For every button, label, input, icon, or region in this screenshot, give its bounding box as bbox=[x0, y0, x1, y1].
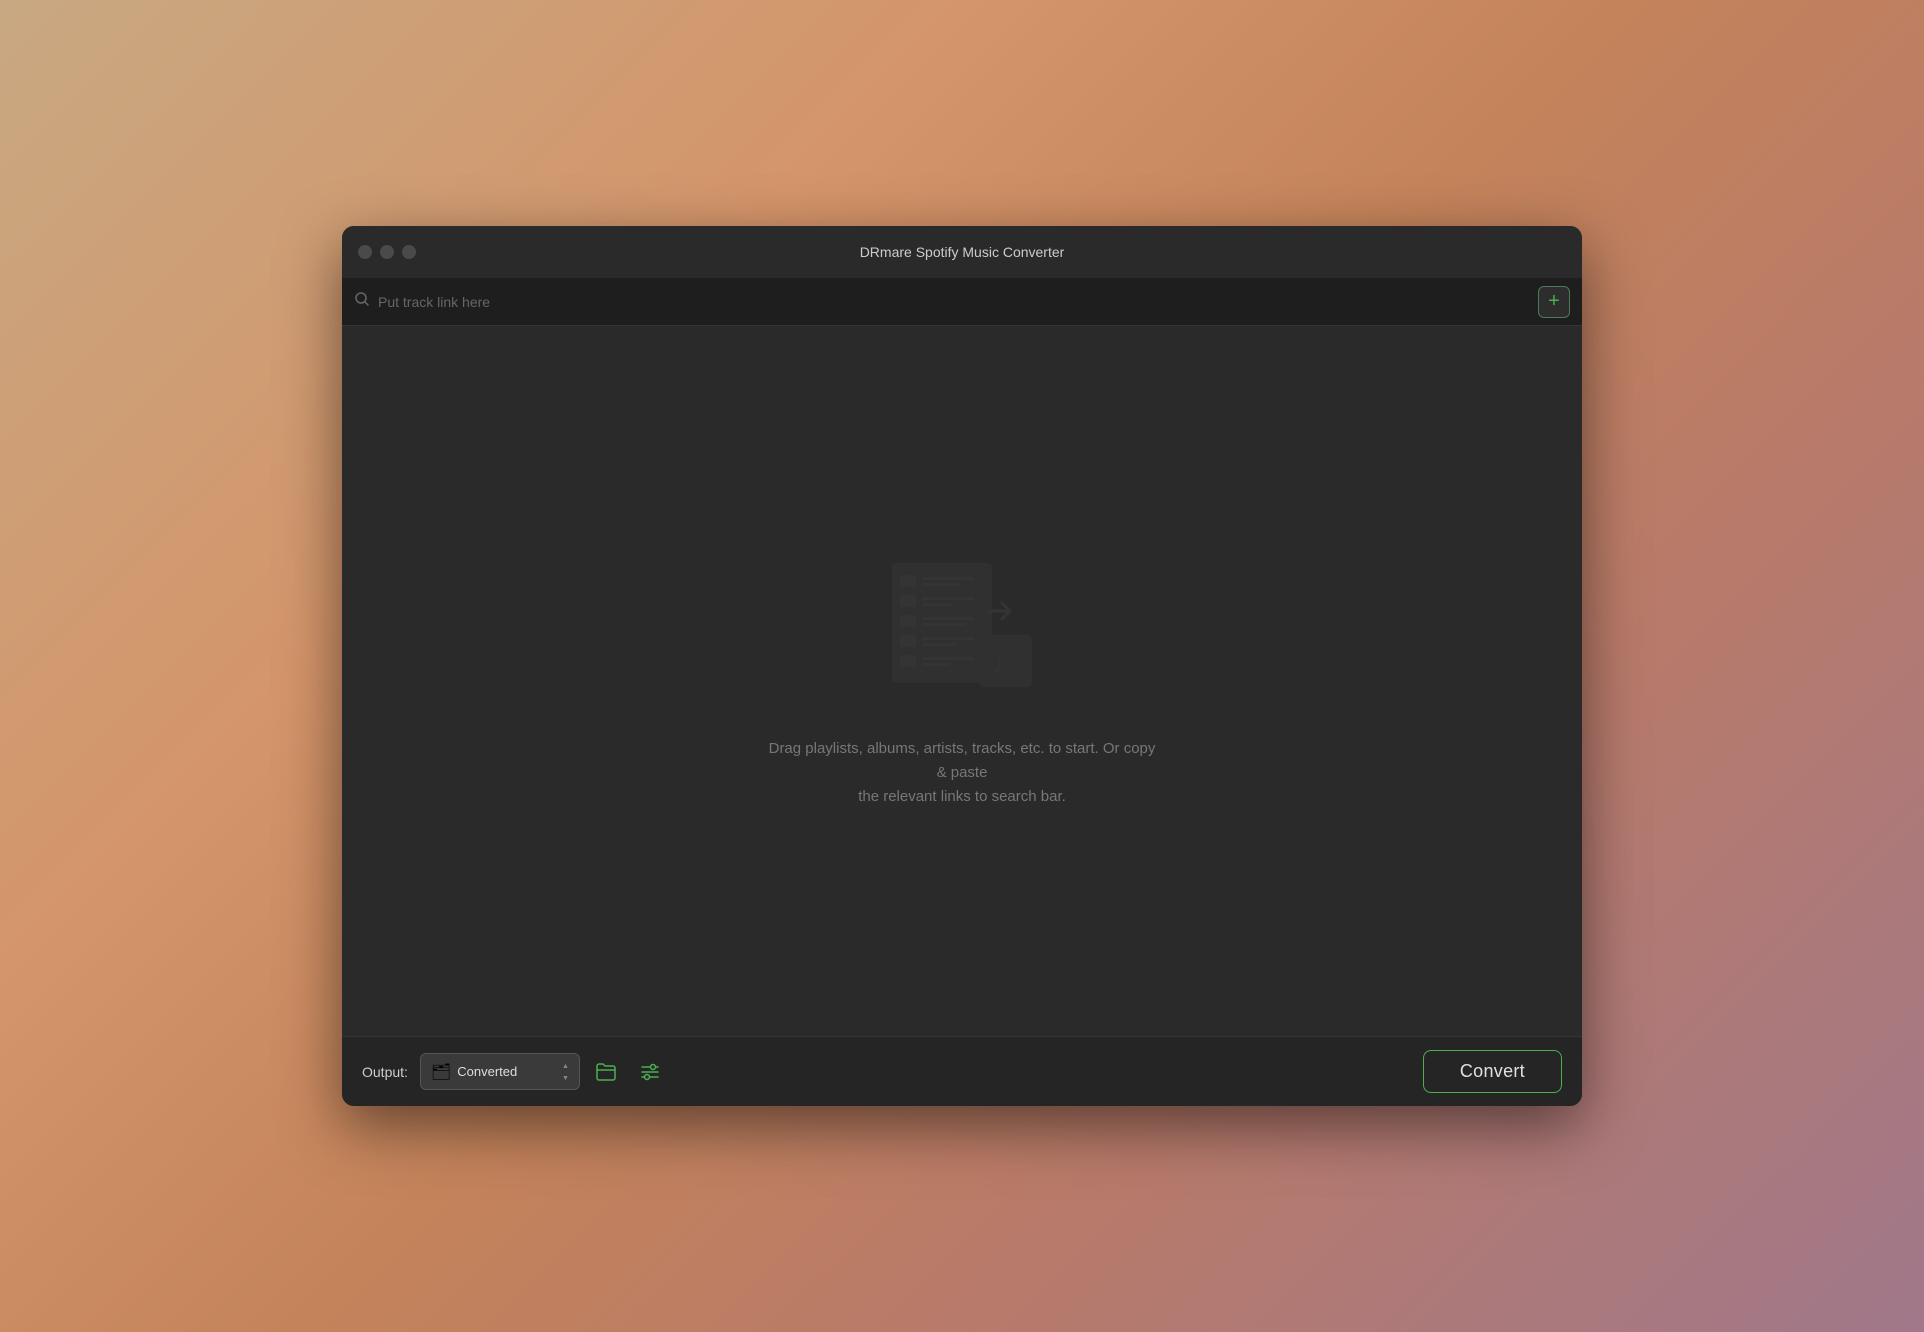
search-input[interactable] bbox=[378, 294, 1570, 310]
open-folder-icon bbox=[595, 1062, 617, 1082]
folder-emoji: 🗂 bbox=[431, 1062, 451, 1082]
main-content: ♩ Drag playlists, albums, artists, track… bbox=[342, 326, 1582, 1036]
chevron-down-icon bbox=[562, 1072, 569, 1083]
empty-illustration: ♩ bbox=[882, 553, 1042, 713]
title-bar: DRmare Spotify Music Converter bbox=[342, 226, 1582, 278]
svg-text:♩: ♩ bbox=[992, 649, 1020, 680]
close-button[interactable] bbox=[358, 245, 372, 259]
output-value: Converted bbox=[457, 1064, 556, 1079]
chevron-up-icon bbox=[562, 1060, 569, 1071]
search-bar: + bbox=[342, 278, 1582, 326]
window-title: DRmare Spotify Music Converter bbox=[860, 244, 1065, 260]
output-folder-select[interactable]: 🗂 Converted bbox=[420, 1053, 580, 1090]
convert-button[interactable]: Convert bbox=[1423, 1050, 1562, 1093]
open-folder-button[interactable] bbox=[588, 1054, 624, 1090]
minimize-button[interactable] bbox=[380, 245, 394, 259]
list-settings-icon bbox=[639, 1062, 661, 1082]
empty-description-line2: the relevant links to search bar. bbox=[762, 785, 1162, 809]
main-window: DRmare Spotify Music Converter + bbox=[342, 226, 1582, 1106]
window-controls bbox=[358, 245, 416, 259]
chevron-icon bbox=[562, 1060, 569, 1083]
empty-description-line1: Drag playlists, albums, artists, tracks,… bbox=[762, 737, 1162, 785]
empty-state-text: Drag playlists, albums, artists, tracks,… bbox=[762, 737, 1162, 809]
list-settings-button[interactable] bbox=[632, 1054, 668, 1090]
search-icon bbox=[354, 291, 370, 312]
maximize-button[interactable] bbox=[402, 245, 416, 259]
music-converter-illustration: ♩ bbox=[882, 553, 1042, 713]
output-label: Output: bbox=[362, 1064, 408, 1080]
bottom-bar: Output: 🗂 Converted bbox=[342, 1036, 1582, 1106]
add-button[interactable]: + bbox=[1538, 286, 1570, 318]
